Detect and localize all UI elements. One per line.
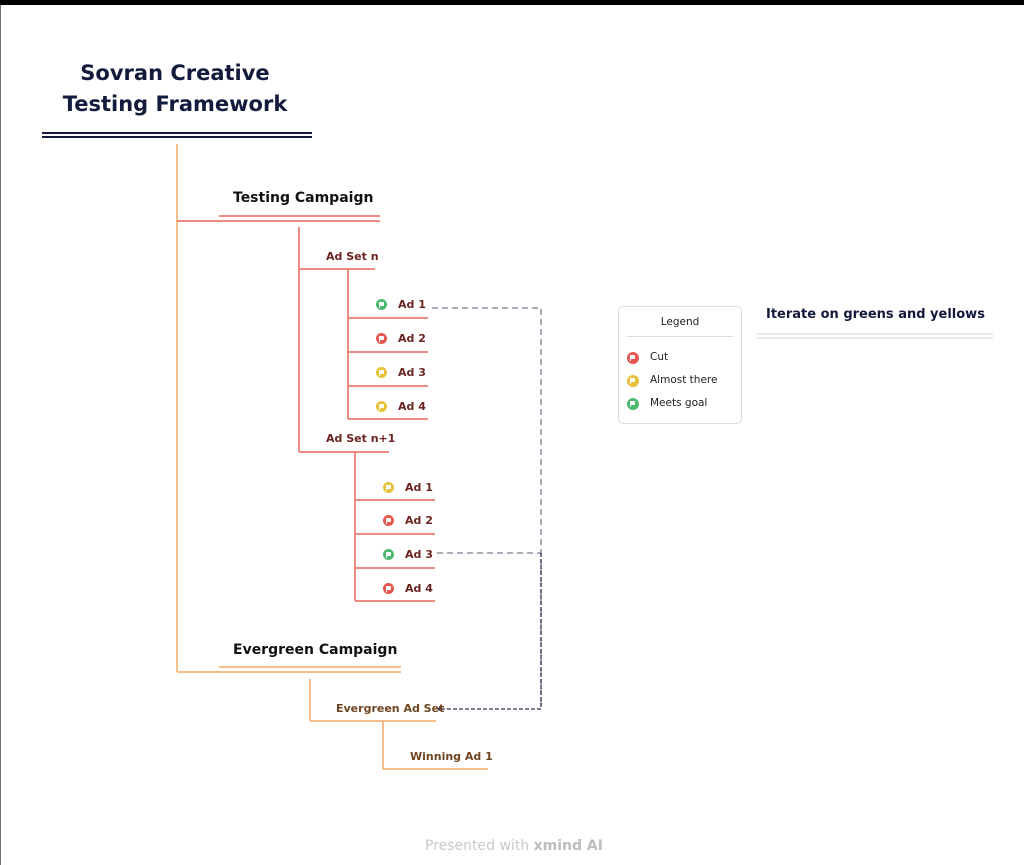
central-topic-line: Sovran Creative (80, 61, 270, 85)
central-topic-line: Testing Framework (62, 92, 288, 116)
ad-label: Ad 2 (398, 332, 426, 345)
flag-almost-there-icon (383, 482, 394, 493)
topic-evergreen-ad-set[interactable]: Evergreen Ad Set (336, 702, 444, 715)
flag-meets-goal-icon (376, 299, 387, 310)
legend-item-label: Meets goal (650, 397, 708, 409)
legend-panel: Legend Cut Almost there Meets goal (618, 306, 742, 424)
topic-winning-ad[interactable]: Winning Ad 1 (410, 750, 493, 763)
relationship-line (432, 307, 542, 709)
footer-brand: xmind AI (533, 838, 603, 854)
relationship-line (441, 553, 542, 710)
topic-evergreen-campaign[interactable]: Evergreen Campaign (233, 642, 397, 658)
flag-cut-icon (383, 583, 394, 594)
legend-divider (627, 336, 733, 337)
legend-title: Legend (660, 316, 700, 328)
flag-cut-icon (383, 515, 394, 526)
flag-cut-icon (627, 352, 639, 364)
flag-almost-there-icon (376, 367, 387, 378)
footer-prefix: Presented with (425, 838, 530, 854)
ad-label: Ad 1 (398, 298, 426, 311)
flag-almost-there-icon (627, 375, 639, 387)
legend-item-label: Cut (650, 351, 669, 363)
flag-meets-goal-icon (383, 549, 394, 560)
footer-attribution: Presented with xmind AI (425, 838, 603, 854)
ad-label: Ad 3 (405, 548, 433, 561)
topic-ad-set-n[interactable]: Ad Set n (326, 250, 379, 263)
connector-lines (42, 132, 993, 770)
ad-label: Ad 1 (405, 481, 433, 494)
ad-label: Ad 4 (405, 582, 433, 595)
ad-label: Ad 2 (405, 514, 433, 527)
flag-meets-goal-icon (627, 398, 639, 410)
legend-item-label: Almost there (650, 374, 718, 386)
topic-ad-set-n-plus-1[interactable]: Ad Set n+1 (326, 432, 395, 445)
ad-label: Ad 4 (398, 400, 426, 413)
central-topic[interactable]: Sovran Creative Testing Framework (40, 58, 310, 120)
topic-testing-campaign[interactable]: Testing Campaign (233, 190, 373, 206)
ad-label: Ad 3 (398, 366, 426, 379)
floating-topic-note[interactable]: Iterate on greens and yellows (766, 307, 985, 322)
flag-almost-there-icon (376, 401, 387, 412)
flag-cut-icon (376, 333, 387, 344)
